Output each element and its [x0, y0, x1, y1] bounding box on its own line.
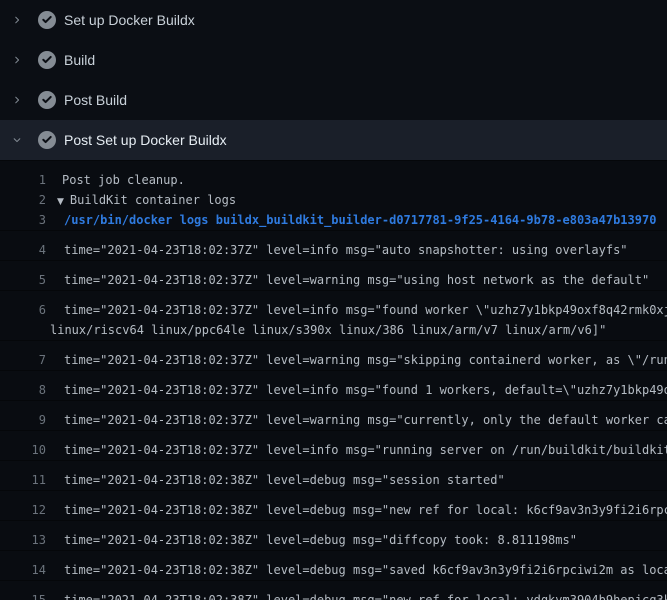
log-line-text: ▼time="2021-04-23T18:02:38Z" level=debug…: [64, 590, 667, 600]
chevron-icon[interactable]: [12, 93, 22, 107]
log-line-number[interactable]: 15: [0, 590, 46, 600]
log-line-text: ▼time="2021-04-23T18:02:37Z" level=info …: [64, 300, 667, 320]
log-line-text: ▼Post job cleanup.: [62, 170, 185, 190]
log-line-number[interactable]: 5: [0, 270, 46, 290]
log-line-number[interactable]: 8: [0, 380, 46, 400]
log-line: 7 ▼time="2021-04-23T18:02:37Z" level=war…: [0, 340, 667, 370]
log-line-text: ▼time="2021-04-23T18:02:38Z" level=debug…: [64, 500, 667, 520]
log-line-text: ▼time="2021-04-23T18:02:37Z" level=warni…: [64, 350, 667, 370]
log-line: 11 ▼time="2021-04-23T18:02:38Z" level=de…: [0, 460, 667, 490]
step-section-label: Post Build: [64, 92, 127, 108]
check-circle-icon: [38, 11, 56, 29]
log-line: ▼linux/riscv64 linux/ppc64le linux/s390x…: [0, 320, 667, 340]
check-circle-icon: [38, 51, 56, 69]
step-section-label: Set up Docker Buildx: [64, 12, 195, 28]
log-line: 3 ▼/usr/bin/docker logs buildx_buildkit_…: [0, 210, 667, 230]
log-line-text: ▼BuildKit container logs: [57, 190, 236, 210]
collapse-triangle-icon[interactable]: ▼: [57, 197, 64, 207]
chevron-icon[interactable]: [12, 133, 22, 147]
step-section-label: Post Set up Docker Buildx: [64, 132, 227, 148]
log-line-number[interactable]: [0, 320, 46, 340]
log-line-text: ▼time="2021-04-23T18:02:38Z" level=debug…: [64, 530, 577, 550]
log-line: 4 ▼time="2021-04-23T18:02:37Z" level=inf…: [0, 230, 667, 260]
log-line-number[interactable]: 7: [0, 350, 46, 370]
chevron-icon[interactable]: [12, 53, 22, 67]
log-line-number[interactable]: 10: [0, 440, 46, 460]
log-line: 13 ▼time="2021-04-23T18:02:38Z" level=de…: [0, 520, 667, 550]
steps-list: Set up Docker Buildx Build P: [0, 0, 667, 160]
chevron-icon[interactable]: [12, 13, 22, 27]
log-line-text: ▼time="2021-04-23T18:02:37Z" level=warni…: [64, 270, 649, 290]
log-line-text: ▼time="2021-04-23T18:02:37Z" level=info …: [64, 440, 667, 460]
log-line-text: ▼time="2021-04-23T18:02:37Z" level=warni…: [64, 410, 667, 430]
log-line-text: ▼/usr/bin/docker logs buildx_buildkit_bu…: [64, 210, 656, 230]
log-viewer: 1 ▼Post job cleanup. 2 ▼BuildKit contain…: [0, 160, 667, 600]
check-circle-icon: [38, 91, 56, 109]
log-line-number[interactable]: 6: [0, 300, 46, 320]
log-line-number[interactable]: 14: [0, 560, 46, 580]
log-line: 14 ▼time="2021-04-23T18:02:38Z" level=de…: [0, 550, 667, 580]
log-line: 2 ▼BuildKit container logs: [0, 190, 667, 210]
log-line: 1 ▼Post job cleanup.: [0, 170, 667, 190]
log-line: 9 ▼time="2021-04-23T18:02:37Z" level=war…: [0, 400, 667, 430]
log-line: 15 ▼time="2021-04-23T18:02:38Z" level=de…: [0, 580, 667, 600]
log-line-text: ▼time="2021-04-23T18:02:37Z" level=info …: [64, 380, 667, 400]
step-section-header[interactable]: Build: [0, 40, 667, 80]
check-circle-icon: [38, 131, 56, 149]
log-line: 10 ▼time="2021-04-23T18:02:37Z" level=in…: [0, 430, 667, 460]
log-line-text: ▼time="2021-04-23T18:02:37Z" level=info …: [64, 240, 628, 260]
step-section-label: Build: [64, 52, 95, 68]
log-line: 12 ▼time="2021-04-23T18:02:38Z" level=de…: [0, 490, 667, 520]
step-section-header[interactable]: Set up Docker Buildx: [0, 0, 667, 40]
log-line: 5 ▼time="2021-04-23T18:02:37Z" level=war…: [0, 260, 667, 290]
log-line: 6 ▼time="2021-04-23T18:02:37Z" level=inf…: [0, 290, 667, 320]
log-line-number[interactable]: 1: [0, 170, 46, 190]
log-line-number[interactable]: 9: [0, 410, 46, 430]
log-line-number[interactable]: 2: [0, 190, 46, 210]
log-line-number[interactable]: 3: [0, 210, 46, 230]
log-line-text: ▼linux/riscv64 linux/ppc64le linux/s390x…: [50, 320, 606, 340]
log-line-number[interactable]: 4: [0, 240, 46, 260]
log-line-text: ▼time="2021-04-23T18:02:38Z" level=debug…: [64, 560, 667, 580]
step-section-header[interactable]: Post Build: [0, 80, 667, 120]
log-line-number[interactable]: 13: [0, 530, 46, 550]
log-line-number[interactable]: 12: [0, 500, 46, 520]
actions-log-panel: Set up Docker Buildx Build P: [0, 0, 667, 600]
log-line-number[interactable]: 11: [0, 470, 46, 490]
log-line: 8 ▼time="2021-04-23T18:02:37Z" level=inf…: [0, 370, 667, 400]
log-line-text: ▼time="2021-04-23T18:02:38Z" level=debug…: [64, 470, 505, 490]
step-section-header[interactable]: Post Set up Docker Buildx: [0, 120, 667, 160]
